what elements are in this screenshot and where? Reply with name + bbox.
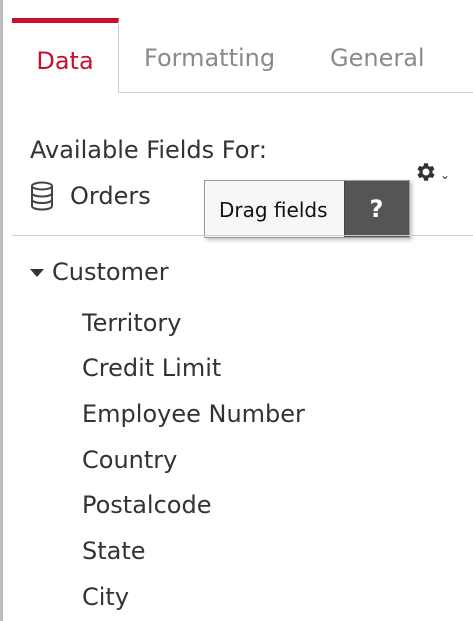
section-divider: [12, 235, 473, 236]
caret-down-icon[interactable]: [30, 269, 44, 277]
field-item[interactable]: State: [82, 537, 146, 565]
field-item[interactable]: Credit Limit: [82, 354, 221, 382]
field-item[interactable]: Employee Number: [82, 400, 305, 428]
panel-left-border: [0, 0, 3, 621]
tree-node-customer[interactable]: Customer: [30, 258, 169, 286]
tab-data[interactable]: Data: [12, 18, 119, 93]
drag-fields-tooltip: Drag fields ?: [204, 180, 410, 238]
database-icon: [30, 181, 54, 211]
field-item[interactable]: City: [82, 583, 129, 611]
available-fields-label: Available Fields For:: [30, 136, 267, 164]
tab-general[interactable]: General: [330, 18, 425, 92]
tab-bar: Data Formatting General: [12, 18, 473, 93]
field-item[interactable]: Country: [82, 446, 177, 474]
data-source-name: Orders: [70, 182, 151, 210]
tab-formatting[interactable]: Formatting: [144, 18, 275, 92]
settings-menu-button[interactable]: ⌄: [414, 160, 450, 188]
gear-icon: [414, 160, 438, 188]
chevron-down-icon: ⌄: [440, 168, 451, 182]
tree-node-label: Customer: [52, 258, 169, 286]
help-button[interactable]: ?: [343, 181, 409, 237]
field-item[interactable]: Postalcode: [82, 491, 211, 519]
tooltip-text: Drag fields: [219, 198, 328, 222]
data-source: Orders: [30, 180, 151, 212]
field-item[interactable]: Territory: [82, 309, 182, 337]
